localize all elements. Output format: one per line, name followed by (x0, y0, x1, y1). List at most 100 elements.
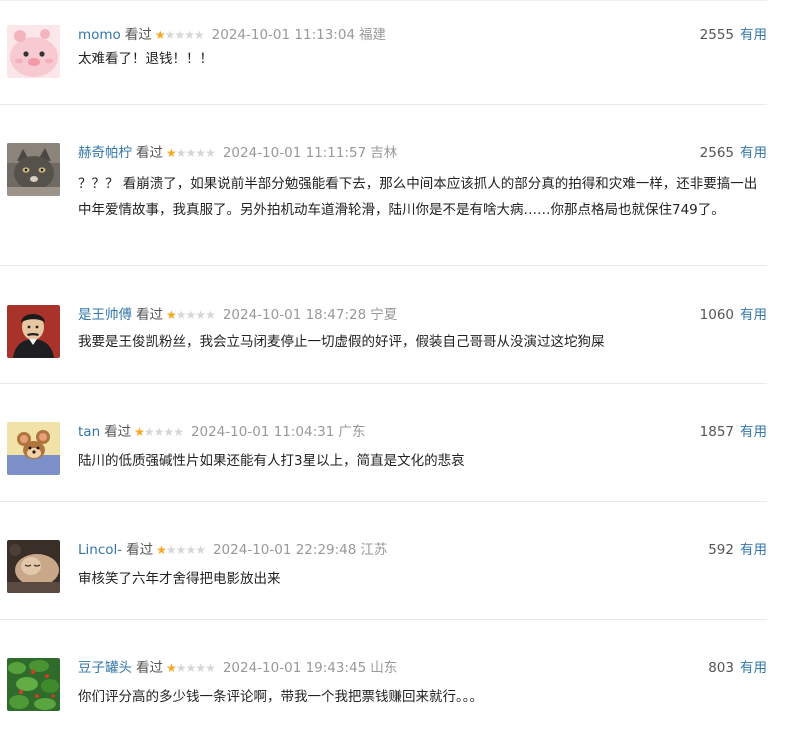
username-link[interactable]: tan (78, 424, 100, 440)
star-empty-icon: ★ (184, 28, 195, 42)
comment-location: 山东 (370, 660, 398, 676)
useful-button[interactable]: 有用 (740, 542, 767, 558)
comment-divider (0, 383, 767, 384)
star-empty-icon: ★ (164, 28, 176, 42)
cartoon-mouse-avatar (7, 422, 60, 475)
star-empty-icon: ★ (205, 146, 216, 160)
comment-list: momo 看过 ★★★★★ 2024-10-01 11:13:04 福建 2555 有用 … (0, 0, 799, 736)
star-filled-icon: ★ (166, 661, 177, 675)
username-link[interactable]: 赫奇帕柠 (78, 145, 132, 161)
comment-item: 豆子罐头 看过 ★★★★★ 2024-10-01 19:43:45 山东 803 有用 你… (0, 658, 767, 728)
star-empty-icon: ★ (153, 425, 165, 439)
vote-count: 592 (708, 542, 734, 558)
comment-meta: 是王帅傅 看过 ★★★★★ 2024-10-01 18:47:28 宁夏 (78, 305, 397, 325)
star-filled-icon: ★ (134, 425, 145, 439)
vote-area: 1060 有用 (700, 305, 767, 325)
star-empty-icon: ★ (175, 661, 187, 675)
star-empty-icon: ★ (193, 28, 205, 42)
star-empty-icon: ★ (195, 543, 206, 557)
comment-timestamp: 2024-10-01 18:47:28 (222, 307, 367, 323)
comment-location: 江苏 (360, 542, 388, 558)
useful-button[interactable]: 有用 (740, 27, 767, 43)
username-link[interactable]: momo (78, 27, 121, 43)
star-empty-icon: ★ (205, 308, 216, 322)
vote-count: 1060 (699, 307, 734, 323)
rating-stars: ★★★★★ (156, 540, 206, 560)
comment-divider (0, 104, 767, 105)
comment-item: Lincol- 看过 ★★★★★ 2024-10-01 22:29:48 江苏 592 有… (0, 540, 767, 620)
comment-meta: 豆子罐头 看过 ★★★★★ 2024-10-01 19:43:45 山东 (78, 658, 397, 678)
star-empty-icon: ★ (175, 308, 187, 322)
vote-count: 2555 (699, 27, 734, 43)
star-empty-icon: ★ (173, 425, 184, 439)
vote-count: 803 (708, 660, 734, 676)
star-empty-icon: ★ (165, 543, 177, 557)
comment-location: 吉林 (370, 145, 398, 161)
vote-area: 2555 有用 (700, 25, 767, 45)
star-empty-icon: ★ (195, 308, 206, 322)
star-empty-icon: ★ (175, 543, 187, 557)
rating-stars: ★★★★★ (166, 658, 216, 678)
useful-button[interactable]: 有用 (740, 424, 767, 440)
comment-location: 广东 (338, 424, 366, 440)
comment-meta: Lincol- 看过 ★★★★★ 2024-10-01 22:29:48 江苏 (78, 540, 387, 560)
star-empty-icon: ★ (163, 425, 174, 439)
comment-item: tan 看过 ★★★★★ 2024-10-01 11:04:31 广东 1857 有用 陆… (0, 422, 767, 502)
star-empty-icon: ★ (175, 146, 187, 160)
avatar[interactable] (7, 25, 60, 78)
useful-button[interactable]: 有用 (740, 307, 767, 323)
sleeping-cat-avatar (7, 540, 60, 593)
comment-item: 是王帅傅 看过 ★★★★★ 2024-10-01 18:47:28 宁夏 1060 有用 … (0, 305, 767, 385)
comment-item: 赫奇帕柠 看过 ★★★★★ 2024-10-01 11:11:57 吉林 2565 有用 … (0, 143, 767, 263)
avatar[interactable] (7, 305, 60, 358)
avatar[interactable] (7, 422, 60, 475)
avatar[interactable] (7, 540, 60, 593)
comment-timestamp: 2024-10-01 19:43:45 (222, 660, 367, 676)
comment-divider (0, 501, 767, 502)
comment-timestamp: 2024-10-01 11:04:31 (190, 424, 335, 440)
top-divider (0, 0, 767, 1)
comment-text: ？？？ 看崩溃了，如果说前半部分勉强能看下去，那么中间本应该抓人的部分真的拍得和… (78, 176, 758, 218)
comment-location: 宁夏 (370, 307, 398, 323)
comment-text: 我要是王俊凯粉丝，我会立马闭麦停止一切虚假的好评，假装自己哥哥从没演过这坨狗屎 (78, 334, 605, 350)
star-empty-icon: ★ (174, 28, 185, 42)
vote-area: 2565 有用 (700, 143, 767, 163)
avatar[interactable] (7, 658, 60, 711)
rating-stars: ★★★★★ (166, 305, 216, 325)
comment-text: 太难看了！退钱！！！ (78, 51, 213, 67)
comment-text: 你们评分高的多少钱一条评论啊，带我一个我把票钱赚回来就行。。。 (78, 689, 483, 705)
star-empty-icon: ★ (185, 543, 196, 557)
comment-text: 审核笑了六年才舍得把电影放出来 (78, 571, 281, 587)
watched-label: 看过 (124, 27, 152, 43)
comment-timestamp: 2024-10-01 11:11:57 (222, 145, 367, 161)
gray-cat-avatar (7, 143, 60, 196)
rating-stars: ★★★★★ (166, 143, 216, 163)
star-empty-icon: ★ (185, 661, 197, 675)
watched-label: 看过 (136, 660, 163, 676)
star-empty-icon: ★ (195, 661, 206, 675)
useful-button[interactable]: 有用 (740, 660, 767, 676)
rating-stars: ★★★★★ (154, 25, 205, 45)
portrait-man-avatar (7, 305, 60, 358)
comment-item: momo 看过 ★★★★★ 2024-10-01 11:13:04 福建 2555 有用 … (0, 25, 767, 105)
star-empty-icon: ★ (205, 661, 216, 675)
useful-button[interactable]: 有用 (740, 145, 767, 161)
vote-area: 592 有用 (708, 540, 767, 560)
star-empty-icon: ★ (185, 308, 197, 322)
star-empty-icon: ★ (195, 146, 206, 160)
avatar[interactable] (7, 143, 60, 196)
star-filled-icon: ★ (154, 28, 166, 42)
watched-label: 看过 (104, 424, 132, 440)
comment-location: 福建 (359, 27, 387, 43)
pink-cartoon-face-avatar (7, 25, 60, 78)
star-filled-icon: ★ (166, 308, 177, 322)
vote-count: 1857 (699, 424, 734, 440)
username-link[interactable]: 是王帅傅 (78, 307, 132, 323)
watched-label: 看过 (136, 145, 163, 161)
username-link[interactable]: 豆子罐头 (78, 660, 132, 676)
vote-area: 1857 有用 (700, 422, 767, 442)
star-empty-icon: ★ (185, 146, 197, 160)
comment-meta: 赫奇帕柠 看过 ★★★★★ 2024-10-01 11:11:57 吉林 (78, 143, 397, 163)
username-link[interactable]: Lincol- (78, 542, 122, 558)
vote-area: 803 有用 (708, 658, 767, 678)
